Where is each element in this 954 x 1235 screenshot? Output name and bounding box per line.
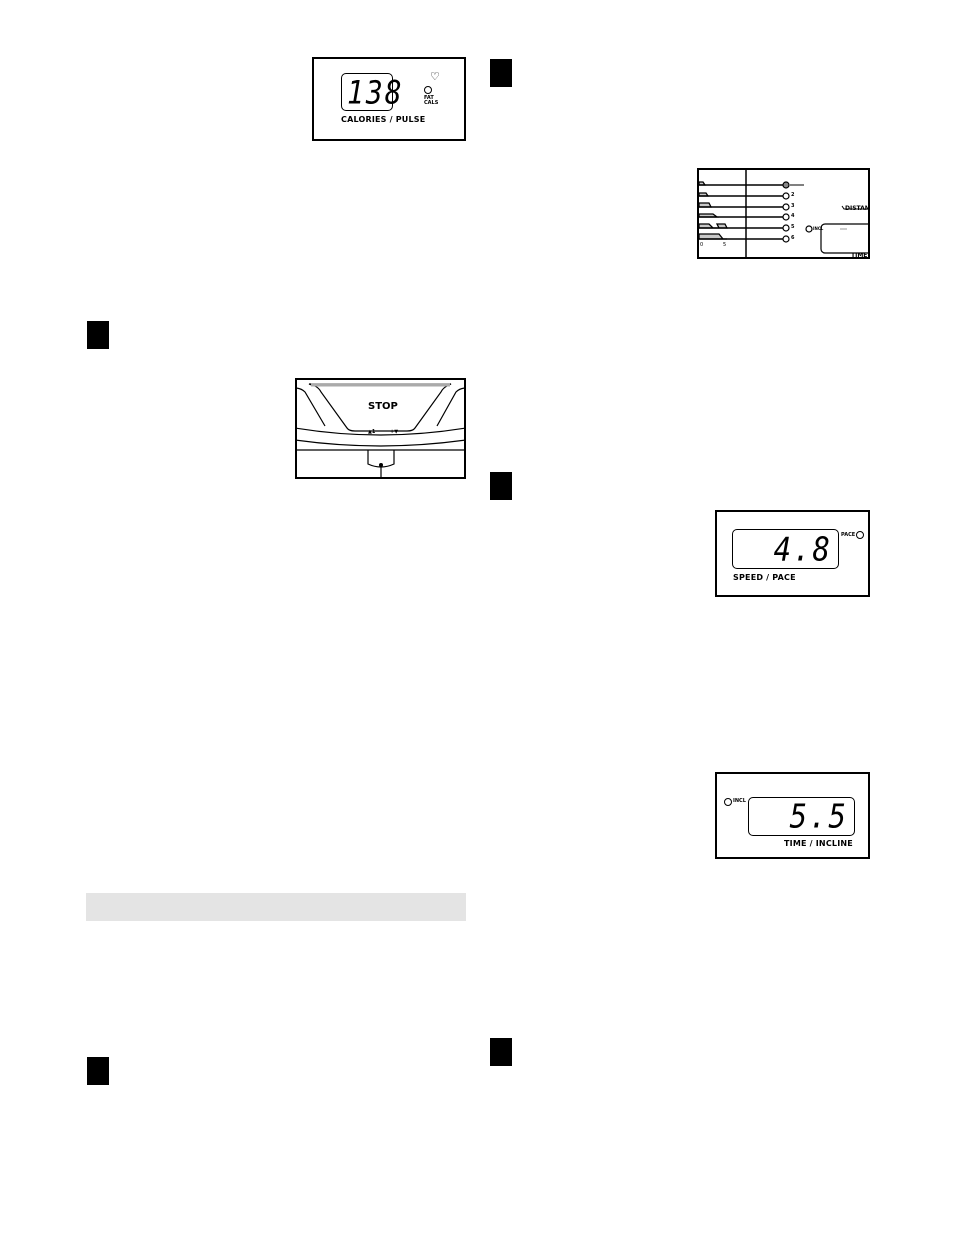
incline-indicator-light	[724, 798, 732, 806]
heart-icon: ♡	[430, 71, 440, 83]
stop-button[interactable]: STOP	[368, 401, 398, 412]
time-incline-lcd: 5.5	[748, 797, 855, 836]
calories-pulse-lcd: 138	[341, 73, 402, 111]
step-marker-right-3	[490, 1038, 512, 1066]
speed-pace-figure: 4.8 PACE SPEED / PACE	[715, 510, 870, 597]
program-number-5: 5	[791, 224, 795, 230]
speed-pace-lcd: 4.8	[732, 529, 839, 569]
console-outline-graphic	[297, 383, 464, 477]
section-heading-bar	[86, 893, 466, 921]
calories-pulse-caption: CALORIES / PULSE	[341, 115, 426, 124]
time-label-partial: TIME	[851, 252, 868, 259]
axis-tick-0: 0	[700, 242, 704, 248]
stop-key-figure: STOP ▲1 +▼	[295, 378, 466, 479]
distance-label-partial: DISTANC	[845, 205, 870, 212]
program-number-4: 4	[791, 213, 795, 219]
speed-pace-value: 4.8	[773, 529, 832, 569]
cals-label: CALS	[424, 100, 439, 106]
step-marker-left-2	[87, 1057, 109, 1085]
step-marker-right-2	[490, 472, 512, 500]
pace-label: PACE	[841, 532, 856, 538]
calories-pulse-figure: 138 ♡ FAT CALS CALORIES / PULSE	[312, 57, 466, 141]
axis-tick-5: 5	[723, 242, 727, 248]
program-selector-figure: 2 3 4 5 6 INCL 0 5 DISTANC TIME	[697, 168, 870, 259]
program-number-2: 2	[791, 192, 795, 198]
step-marker-right-1	[490, 59, 512, 87]
calories-pulse-value: 138	[347, 73, 404, 112]
time-incline-value: 5.5	[789, 796, 848, 836]
step-marker-left-1	[87, 321, 109, 349]
time-incline-caption: TIME / INCLINE	[784, 839, 853, 848]
incline-label: INCL	[733, 798, 746, 804]
program-number-6: 6	[791, 235, 795, 241]
time-incline-figure: INCL 5.5 TIME / INCLINE	[715, 772, 870, 859]
speed-arrow-label: +▼	[390, 429, 399, 435]
incline-arrow-label: ▲1	[368, 429, 376, 435]
speed-pace-caption: SPEED / PACE	[733, 573, 796, 582]
key-icon	[379, 460, 380, 461]
program-incline-label: INCL	[813, 226, 824, 231]
program-number-3: 3	[791, 203, 795, 209]
fat-cals-indicator-light	[424, 86, 432, 94]
pace-indicator-light	[856, 531, 864, 539]
